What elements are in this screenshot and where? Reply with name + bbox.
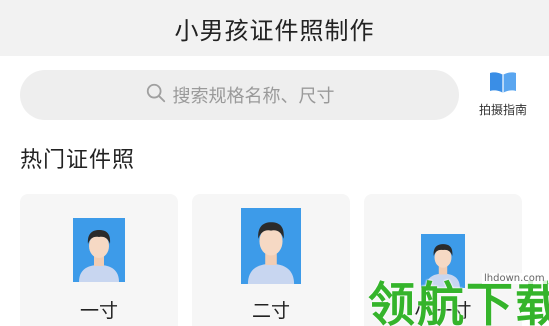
shooting-guide-button[interactable]: 拍摄指南 [470,70,536,118]
id-photo-thumbnail [241,208,301,284]
watermark: 领航下载 lhdown.com [356,264,549,326]
book-icon [488,70,518,98]
search-bar[interactable]: 搜索规格名称、尺寸 [20,70,459,120]
id-photo-card-1[interactable]: 一寸 [20,194,178,326]
search-icon [145,82,167,108]
search-placeholder: 搜索规格名称、尺寸 [172,86,335,107]
size-label: 二寸 [251,300,290,322]
id-photo-card-2[interactable]: 二寸 [192,194,350,326]
section-title: 热门证件照 [20,148,136,173]
title-bar: 小男孩证件照制作 [0,0,549,56]
watermark-url: lhdown.com [482,273,547,284]
screen: 小男孩证件照制作 搜索规格名称、尺寸 拍摄指南 热门证件照 一寸 二寸 小一寸 … [0,0,549,326]
page-title: 小男孩证件照制作 [174,16,375,45]
id-photo-thumbnail [73,218,125,282]
size-label: 一寸 [79,300,118,322]
shooting-guide-label: 拍摄指南 [478,103,527,117]
